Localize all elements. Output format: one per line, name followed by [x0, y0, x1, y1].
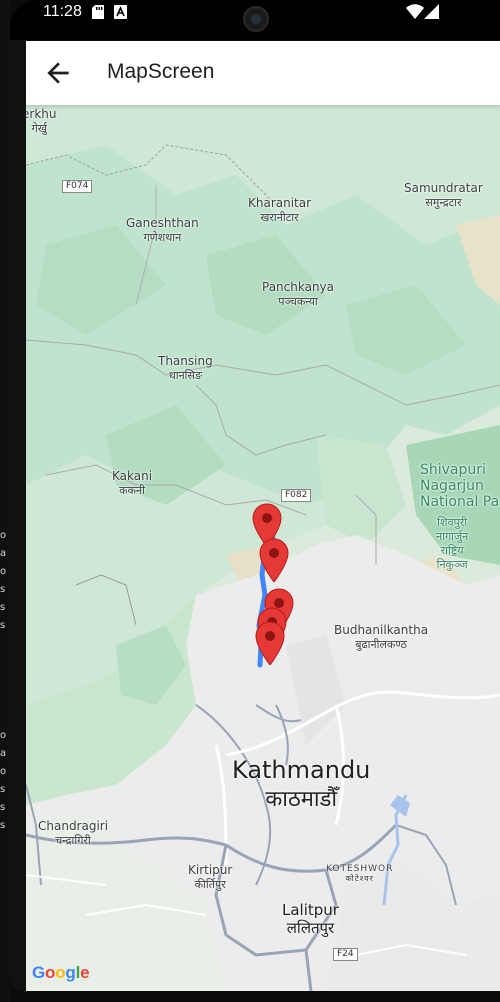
- map-marker[interactable]: [258, 538, 290, 583]
- place-label-shivapuri-park: Shivapuri Nagarjun National Pa: [420, 462, 500, 510]
- arrow-back-icon: [47, 62, 69, 84]
- road-shield-f074: F074: [62, 180, 93, 193]
- place-label-samundratar: Samundratar समुन्द्रटार: [404, 181, 483, 209]
- edge-fragment: s: [0, 584, 6, 595]
- edge-fragment: a: [0, 748, 7, 759]
- place-label-kakani: Kakani ककनी: [112, 469, 153, 497]
- place-label-kharanitar: Kharanitar खरानीटार: [248, 196, 312, 224]
- app-bar: MapScreen: [26, 41, 500, 105]
- bottom-bezel: [10, 991, 500, 1002]
- place-label-erkhu: erkhuगेर्खु: [26, 107, 57, 135]
- front-camera: [243, 6, 269, 32]
- edge-fragment: s: [0, 602, 6, 613]
- edge-fragment: o: [0, 766, 7, 777]
- place-label-lalitpur: Lalitpur ललितपुर: [282, 901, 339, 937]
- location-pin-icon: [255, 621, 285, 666]
- edge-fragment: o: [0, 566, 7, 577]
- edge-fragment: s: [0, 620, 6, 631]
- place-label-panchkanya: Panchkanya पञ्चकन्या: [262, 280, 335, 308]
- road-shield-f24: F24: [333, 948, 358, 961]
- map-view[interactable]: erkhuगेर्खु F074 Kharanitarखरानीटार Samu…: [26, 105, 500, 991]
- left-edge-strip: o a o s s s o a o s s s: [0, 0, 10, 1002]
- place-label-koteshwor: KOTESHWOR कोटेश्वर: [326, 864, 394, 883]
- place-label-thansing: Thansing थानसिङ: [158, 354, 213, 382]
- status-time: 11:28: [43, 3, 82, 20]
- place-label-shivapuri-park-dev: शिवपुरी नागार्जुन राष्ट्रिय निकुञ्ज: [436, 516, 469, 571]
- phone-frame: o a o s s s o a o s s s 11:28 MapScreen …: [0, 0, 500, 1002]
- wifi-icon: [406, 4, 424, 24]
- road-shield-f082: F082: [281, 489, 312, 502]
- page-title: MapScreen: [107, 60, 215, 83]
- edge-fragment: s: [0, 802, 6, 813]
- edge-fragment: s: [0, 784, 6, 795]
- location-pin-icon: [259, 538, 289, 583]
- place-label-kirtipur: Kirtipur कीर्तिपुर: [188, 863, 233, 891]
- sd-card-icon: [92, 5, 104, 24]
- city-label-kathmandu: Kathmandu काठमाडौँ: [232, 756, 371, 812]
- map-marker[interactable]: [254, 621, 286, 666]
- edge-fragment: o: [0, 730, 7, 741]
- edge-fragment: o: [0, 530, 7, 541]
- back-button[interactable]: [42, 57, 74, 89]
- edge-fragment: a: [0, 548, 7, 559]
- place-label-chandragiri: Chandragiri चन्द्रागिरी: [38, 819, 109, 847]
- place-label-budhanilkantha: Budhanilkantha बुढानीलकण्ठ: [334, 623, 429, 651]
- notification-a-icon: [114, 5, 127, 24]
- device-screen: 11:28 MapScreen rkhu गेर्खु F074 Kharani…: [10, 0, 500, 1002]
- status-bar: 11:28: [10, 0, 500, 40]
- place-label-ganeshthan: Ganeshthan गणेशथान: [126, 216, 199, 244]
- signal-icon: [424, 4, 439, 24]
- edge-fragment: s: [0, 820, 6, 831]
- google-logo: Google: [32, 963, 90, 982]
